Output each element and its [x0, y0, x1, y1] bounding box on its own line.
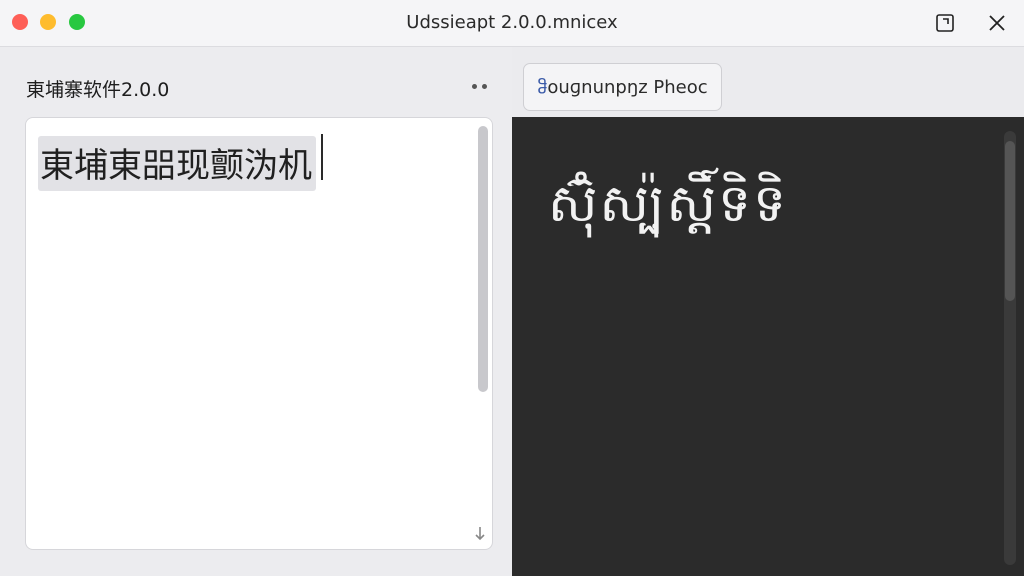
- output-header: ჵ ouɡnunpŋz Pheoc: [512, 47, 1024, 117]
- more-options-button[interactable]: [466, 77, 492, 95]
- editor-scrollbar[interactable]: [478, 126, 488, 392]
- input-panel: 東埔寨软件2.0.0 東埔東㗊现颤沩机: [0, 47, 512, 576]
- input-text: 東埔東㗊现颤沩机: [38, 136, 316, 191]
- close-icon: [989, 15, 1005, 31]
- restore-button[interactable]: [932, 10, 958, 36]
- resize-handle-icon[interactable]: [473, 526, 487, 542]
- panel-title: 東埔寨软件2.0.0: [26, 79, 170, 101]
- output-tab-button[interactable]: ჵ ouɡnunpŋz Pheoc: [523, 63, 722, 111]
- tab-label: ouɡnunpŋz Pheoc: [547, 76, 708, 98]
- tab-label-prefix: ჵ: [537, 76, 548, 98]
- output-panel: ჵ ouɡnunpŋz Pheoc ស៊ុំស្ប៉ុស្តិ៍ទិទិ: [512, 47, 1024, 576]
- window-title: Udssieapt 2.0.0.mnicex: [406, 12, 618, 33]
- more-dots-icon: [481, 83, 487, 89]
- text-caret: [321, 134, 323, 180]
- output-scrollbar[interactable]: [1004, 131, 1016, 565]
- output-text: ស៊ុំស្ប៉ុស្តិ៍ទិទិ: [548, 174, 789, 234]
- more-dots-icon: [471, 83, 477, 89]
- title-bar: Udssieapt 2.0.0.mnicex: [0, 0, 1024, 47]
- restore-icon: [936, 14, 954, 32]
- scrollbar-thumb[interactable]: [1005, 141, 1015, 301]
- app-window: Udssieapt 2.0.0.mnicex 東埔寨软件2.0.0 東埔東㗊现颤…: [0, 0, 1024, 576]
- text-input-area[interactable]: 東埔東㗊现颤沩机: [25, 117, 493, 550]
- close-button[interactable]: [984, 10, 1010, 36]
